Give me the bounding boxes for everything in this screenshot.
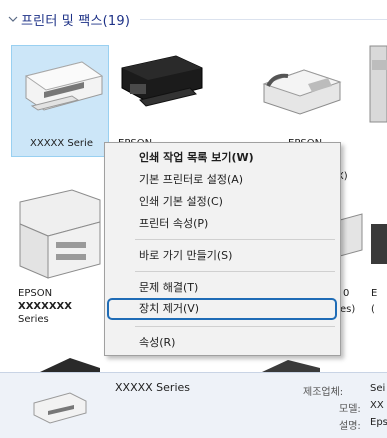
menu-item-printer-properties[interactable]: 프린터 속성(P)	[105, 214, 340, 234]
device-label: Series	[18, 314, 49, 325]
printers-group-header[interactable]: 프린터 및 팩스(19)	[8, 8, 387, 30]
printer-icon	[369, 45, 387, 123]
printer-icon	[33, 392, 87, 424]
printer-icon	[19, 189, 101, 279]
menu-separator	[135, 239, 335, 240]
group-title: 프린터 및 팩스(19)	[21, 13, 131, 29]
printer-icon	[24, 61, 104, 111]
details-device-name: XXXXX Series	[115, 381, 191, 394]
device-xxxxx-series[interactable]: XXXXX Serie	[12, 46, 108, 156]
printer-icon	[121, 55, 203, 107]
details-pane: XXXXX Series 제조업체: Sei 모델: XX 설명: Eps	[0, 372, 387, 438]
device-partial-3[interactable]: E (	[368, 210, 387, 330]
device-label: E	[371, 288, 378, 299]
printer-icon	[371, 224, 387, 264]
device-epson-fax[interactable]: EPSON AX)	[258, 46, 348, 182]
description-label: 설명:	[339, 421, 361, 432]
manufacturer-value: Sei	[370, 383, 386, 394]
menu-item-see-print-queue[interactable]: 인쇄 작업 목록 보기(W)	[105, 148, 340, 168]
printer-icon	[262, 360, 320, 372]
device-label: XXXXXXX	[18, 301, 72, 312]
device-label: 0	[343, 288, 350, 299]
menu-item-troubleshoot[interactable]: 문제 해결(T)	[105, 278, 340, 298]
menu-separator	[135, 326, 335, 327]
device-label: EPSON	[18, 288, 53, 299]
menu-separator	[135, 271, 335, 272]
manufacturer-label: 제조업체:	[303, 387, 344, 398]
fax-icon	[262, 69, 342, 115]
printer-icon	[40, 358, 100, 372]
menu-item-create-shortcut[interactable]: 바로 가기 만들기(S)	[105, 246, 340, 266]
model-label: 모델:	[339, 404, 361, 415]
group-divider	[140, 18, 387, 20]
menu-item-printing-preferences[interactable]: 인쇄 기본 설정(C)	[105, 192, 340, 212]
device-epson-1[interactable]: EPSON	[110, 44, 208, 156]
model-value: XX	[370, 400, 384, 411]
menu-item-properties[interactable]: 속성(R)	[105, 333, 340, 353]
device-label: (	[371, 304, 375, 315]
description-value: Eps	[370, 417, 387, 428]
printer-icon	[340, 213, 363, 257]
device-partial-2[interactable]: 0 es)	[340, 200, 366, 330]
context-menu: 인쇄 작업 목록 보기(W) 기본 프린터로 설정(A) 인쇄 기본 설정(C)…	[104, 142, 341, 356]
device-partial-1[interactable]	[366, 40, 387, 150]
device-epson-mfp[interactable]: EPSON XXXXXXX Series	[12, 182, 104, 350]
menu-item-set-default[interactable]: 기본 프린터로 설정(A)	[105, 170, 340, 190]
remove-device-highlight	[107, 298, 337, 320]
device-label: es)	[340, 304, 356, 315]
device-label: XXXXX Serie	[30, 138, 93, 149]
chevron-down-icon[interactable]	[8, 14, 18, 24]
